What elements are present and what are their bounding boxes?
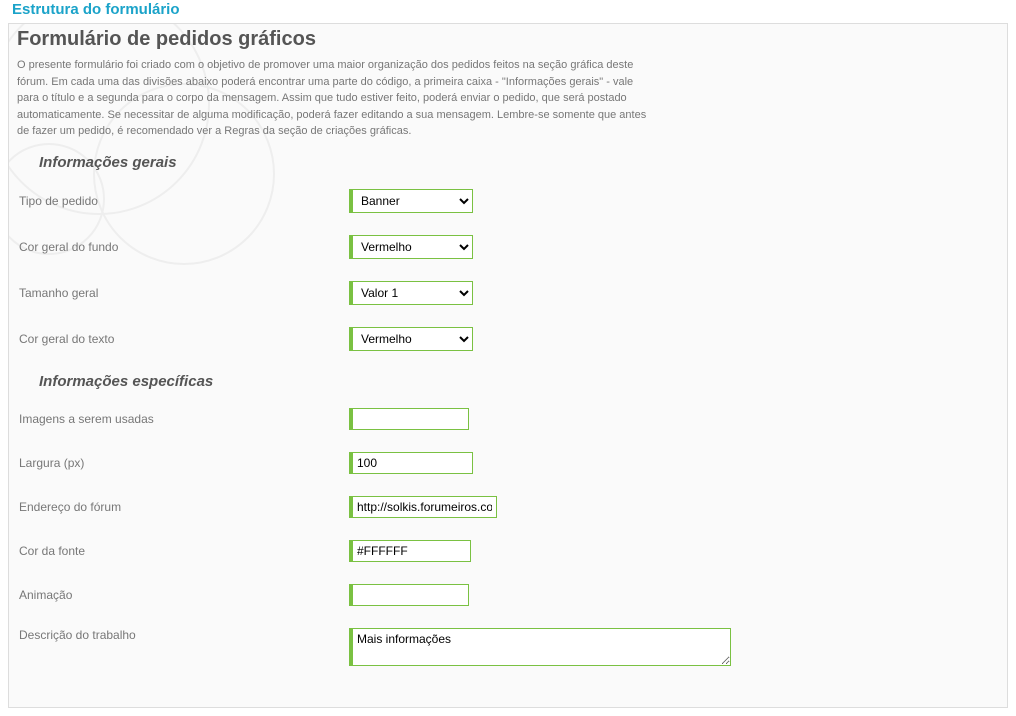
field-row: Cor da fonte bbox=[17, 540, 999, 562]
field-label-descricao: Descrição do trabalho bbox=[17, 628, 349, 642]
field-row: Endereço do fórum bbox=[17, 496, 999, 518]
field-label-tipo-pedido: Tipo de pedido bbox=[17, 194, 349, 208]
cor-texto-select[interactable]: Vermelho bbox=[349, 327, 473, 351]
field-label-imagens: Imagens a serem usadas bbox=[17, 412, 349, 426]
field-label-cor-fonte: Cor da fonte bbox=[17, 544, 349, 558]
form-title: Formulário de pedidos gráficos bbox=[17, 28, 999, 51]
form-description: O presente formulário foi criado com o o… bbox=[17, 57, 657, 140]
tamanho-select[interactable]: Valor 1 bbox=[349, 281, 473, 305]
field-row: Tamanho geral Valor 1 bbox=[17, 281, 999, 305]
panel: Formulário de pedidos gráficos O present… bbox=[8, 23, 1008, 708]
field-row: Tipo de pedido Banner bbox=[17, 189, 999, 213]
field-label-largura: Largura (px) bbox=[17, 456, 349, 470]
imagens-input[interactable] bbox=[349, 408, 469, 430]
cor-fonte-input[interactable] bbox=[349, 540, 471, 562]
field-row: Animação bbox=[17, 584, 999, 606]
largura-input[interactable] bbox=[349, 452, 473, 474]
section-title: Estrutura do formulário bbox=[4, 0, 188, 22]
cor-fundo-select[interactable]: Vermelho bbox=[349, 235, 473, 259]
field-label-tamanho: Tamanho geral bbox=[17, 286, 349, 300]
field-row: Cor geral do texto Vermelho bbox=[17, 327, 999, 351]
group-title-general: Informações gerais bbox=[39, 154, 999, 171]
field-row: Imagens a serem usadas bbox=[17, 408, 999, 430]
field-label-endereco: Endereço do fórum bbox=[17, 500, 349, 514]
field-row: Largura (px) bbox=[17, 452, 999, 474]
field-label-cor-fundo: Cor geral do fundo bbox=[17, 240, 349, 254]
animacao-input[interactable] bbox=[349, 584, 469, 606]
field-row: Cor geral do fundo Vermelho bbox=[17, 235, 999, 259]
endereco-input[interactable] bbox=[349, 496, 497, 518]
tipo-pedido-select[interactable]: Banner bbox=[349, 189, 473, 213]
field-label-animacao: Animação bbox=[17, 588, 349, 602]
group-title-specific: Informações específicas bbox=[39, 373, 999, 390]
field-label-cor-texto: Cor geral do texto bbox=[17, 332, 349, 346]
descricao-textarea[interactable] bbox=[349, 628, 731, 666]
field-row: Descrição do trabalho bbox=[17, 628, 999, 669]
